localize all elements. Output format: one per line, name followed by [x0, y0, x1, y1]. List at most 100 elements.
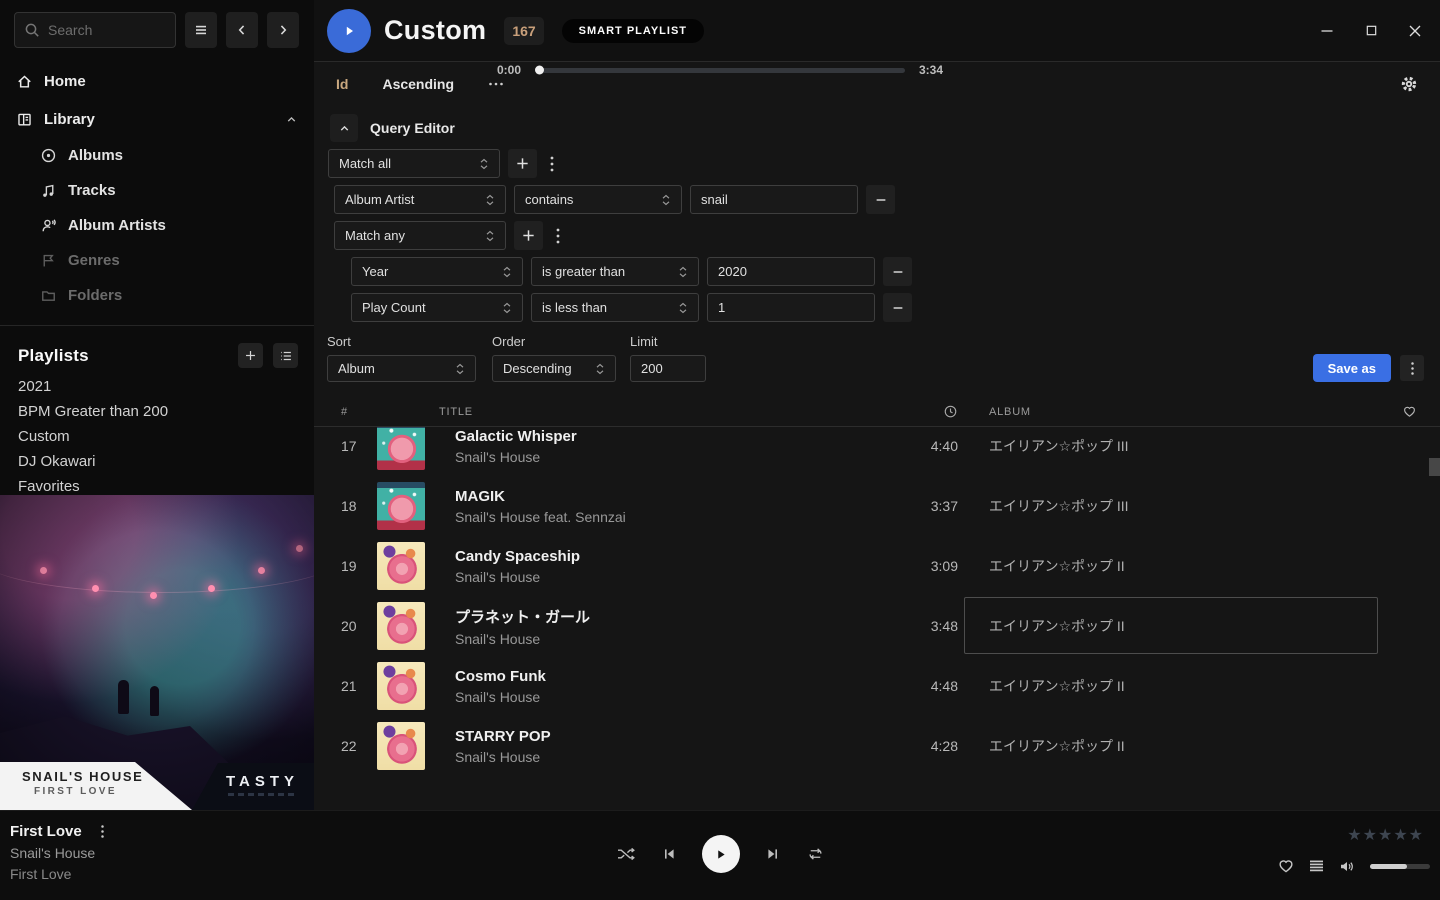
- playlist-item[interactable]: 2021: [0, 374, 314, 399]
- sidebar-item-albums[interactable]: Albums: [0, 138, 314, 173]
- rule-operator-select[interactable]: is less than: [531, 293, 699, 322]
- query-editor-collapse-button[interactable]: [330, 114, 358, 142]
- column-number[interactable]: #: [341, 406, 377, 418]
- track-title: プラネット・ガール: [455, 606, 888, 627]
- track-album[interactable]: エイリアン☆ポップ II: [958, 676, 1378, 696]
- track-row[interactable]: 19 Candy Spaceship Snail's House 3:09 エイ…: [314, 536, 1440, 596]
- close-icon: [1408, 24, 1422, 38]
- sidebar-item-label: Genres: [68, 252, 120, 269]
- sidebar-item-tracks[interactable]: Tracks: [0, 173, 314, 208]
- seek-bar[interactable]: [535, 68, 905, 73]
- close-button[interactable]: [1408, 24, 1422, 38]
- track-row[interactable]: 18 MAGIK Snail's House feat. Sennzai 3:3…: [314, 476, 1440, 536]
- sidebar-item-folders[interactable]: Folders: [0, 278, 314, 313]
- settings-button[interactable]: [1400, 75, 1418, 93]
- rule-value-field[interactable]: [718, 264, 864, 279]
- track-duration: 4:40: [888, 438, 958, 454]
- track-row[interactable]: 20 プラネット・ガール Snail's House 3:48 エイリアン☆ポッ…: [314, 596, 1440, 656]
- play-pause-button[interactable]: [702, 835, 740, 873]
- remove-rule-button[interactable]: [883, 257, 912, 286]
- play-playlist-button[interactable]: [327, 9, 371, 53]
- save-menu-button[interactable]: [1400, 355, 1424, 381]
- rating-stars[interactable]: ★★★★★: [1347, 825, 1424, 844]
- volume-button[interactable]: [1338, 858, 1357, 875]
- sort-field-button[interactable]: Id: [336, 76, 348, 92]
- add-playlist-button[interactable]: [238, 343, 263, 368]
- rule-value-input[interactable]: [707, 257, 875, 286]
- rule-field-select[interactable]: Year: [351, 257, 523, 286]
- add-rule-button[interactable]: [514, 221, 543, 250]
- rule-operator-select[interactable]: contains: [514, 185, 682, 214]
- sidebar-item-album-artists[interactable]: Album Artists: [0, 208, 314, 243]
- playlist-header: Custom 167 SMART PLAYLIST: [314, 0, 1440, 62]
- forward-button[interactable]: [267, 12, 299, 48]
- track-artist: Snail's House feat. Sennzai: [455, 509, 888, 525]
- group-menu-button[interactable]: [551, 227, 565, 245]
- tracklist: 17 Galactic Whisper Snail's House 4:40 エ…: [314, 427, 1440, 810]
- chevron-up-icon[interactable]: [285, 113, 298, 126]
- minimize-button[interactable]: [1320, 24, 1334, 38]
- sort-select[interactable]: Album: [327, 355, 476, 382]
- previous-button[interactable]: [661, 846, 677, 862]
- track-number: 21: [341, 678, 377, 694]
- scrollbar-thumb[interactable]: [1429, 458, 1440, 476]
- playlist-item[interactable]: BPM Greater than 200: [0, 399, 314, 424]
- volume-slider[interactable]: [1370, 864, 1430, 869]
- column-duration[interactable]: [888, 404, 958, 419]
- hamburger-icon: [193, 22, 209, 38]
- favorite-button[interactable]: [1277, 857, 1295, 875]
- track-album[interactable]: エイリアン☆ポップ II: [958, 736, 1378, 756]
- track-row[interactable]: 22 STARRY POP Snail's House 4:28 エイリアン☆ポ…: [314, 716, 1440, 776]
- seek-knob[interactable]: [535, 66, 544, 75]
- sidebar-item-label: Tracks: [68, 182, 116, 199]
- track-row[interactable]: 21 Cosmo Funk Snail's House 4:48 エイリアン☆ポ…: [314, 656, 1440, 716]
- more-options-button[interactable]: [488, 81, 504, 87]
- queue-button[interactable]: [1308, 858, 1325, 874]
- track-row[interactable]: 17 Galactic Whisper Snail's House 4:40 エ…: [314, 427, 1440, 476]
- main-panel: Custom 167 SMART PLAYLIST Id A: [314, 0, 1440, 810]
- rule-field-select[interactable]: Album Artist: [334, 185, 506, 214]
- playlist-item[interactable]: Custom: [0, 424, 314, 449]
- save-as-button[interactable]: Save as: [1313, 354, 1391, 382]
- rule-value-input[interactable]: [707, 293, 875, 322]
- remove-rule-button[interactable]: [883, 293, 912, 322]
- sidebar-item-genres[interactable]: Genres: [0, 243, 314, 278]
- limit-input[interactable]: [630, 355, 706, 382]
- rule-value-field[interactable]: [701, 192, 847, 207]
- heart-icon: [1402, 404, 1417, 419]
- maximize-button[interactable]: [1364, 24, 1378, 38]
- sidebar-item-library[interactable]: Library: [0, 100, 314, 138]
- search-box[interactable]: [14, 12, 176, 48]
- track-album[interactable]: エイリアン☆ポップ III: [958, 496, 1378, 516]
- menu-button[interactable]: [185, 12, 217, 48]
- next-button[interactable]: [765, 846, 781, 862]
- order-select[interactable]: Descending: [492, 355, 616, 382]
- match-select[interactable]: Match all: [328, 149, 500, 178]
- search-input[interactable]: [48, 22, 166, 38]
- rule-field-select[interactable]: Play Count: [351, 293, 523, 322]
- track-album[interactable]: エイリアン☆ポップ II: [958, 616, 1378, 636]
- track-album[interactable]: エイリアン☆ポップ III: [958, 436, 1378, 456]
- gear-icon: [1400, 75, 1418, 93]
- sidebar-item-home[interactable]: Home: [0, 62, 314, 100]
- shuffle-button[interactable]: [616, 846, 636, 862]
- add-rule-button[interactable]: [508, 149, 537, 178]
- rule-field-value: Year: [362, 264, 388, 279]
- rule-value-field[interactable]: [718, 300, 864, 315]
- column-favorite[interactable]: [1378, 404, 1440, 419]
- group-menu-button[interactable]: [545, 155, 559, 173]
- app-window: Home Library Albums Tracks: [0, 0, 1440, 900]
- remove-rule-button[interactable]: [866, 185, 895, 214]
- sort-direction-button[interactable]: Ascending: [382, 76, 454, 92]
- column-album[interactable]: ALBUM: [958, 406, 1378, 418]
- rule-operator-select[interactable]: is greater than: [531, 257, 699, 286]
- match-select[interactable]: Match any: [334, 221, 506, 250]
- column-title[interactable]: TITLE: [439, 406, 888, 418]
- playlist-item[interactable]: DJ Okawari: [0, 449, 314, 474]
- rule-value-input[interactable]: [690, 185, 858, 214]
- playlist-list-button[interactable]: [273, 343, 298, 368]
- back-button[interactable]: [226, 12, 258, 48]
- limit-field[interactable]: [641, 361, 695, 376]
- track-album[interactable]: エイリアン☆ポップ II: [958, 556, 1378, 576]
- repeat-button[interactable]: [806, 846, 825, 862]
